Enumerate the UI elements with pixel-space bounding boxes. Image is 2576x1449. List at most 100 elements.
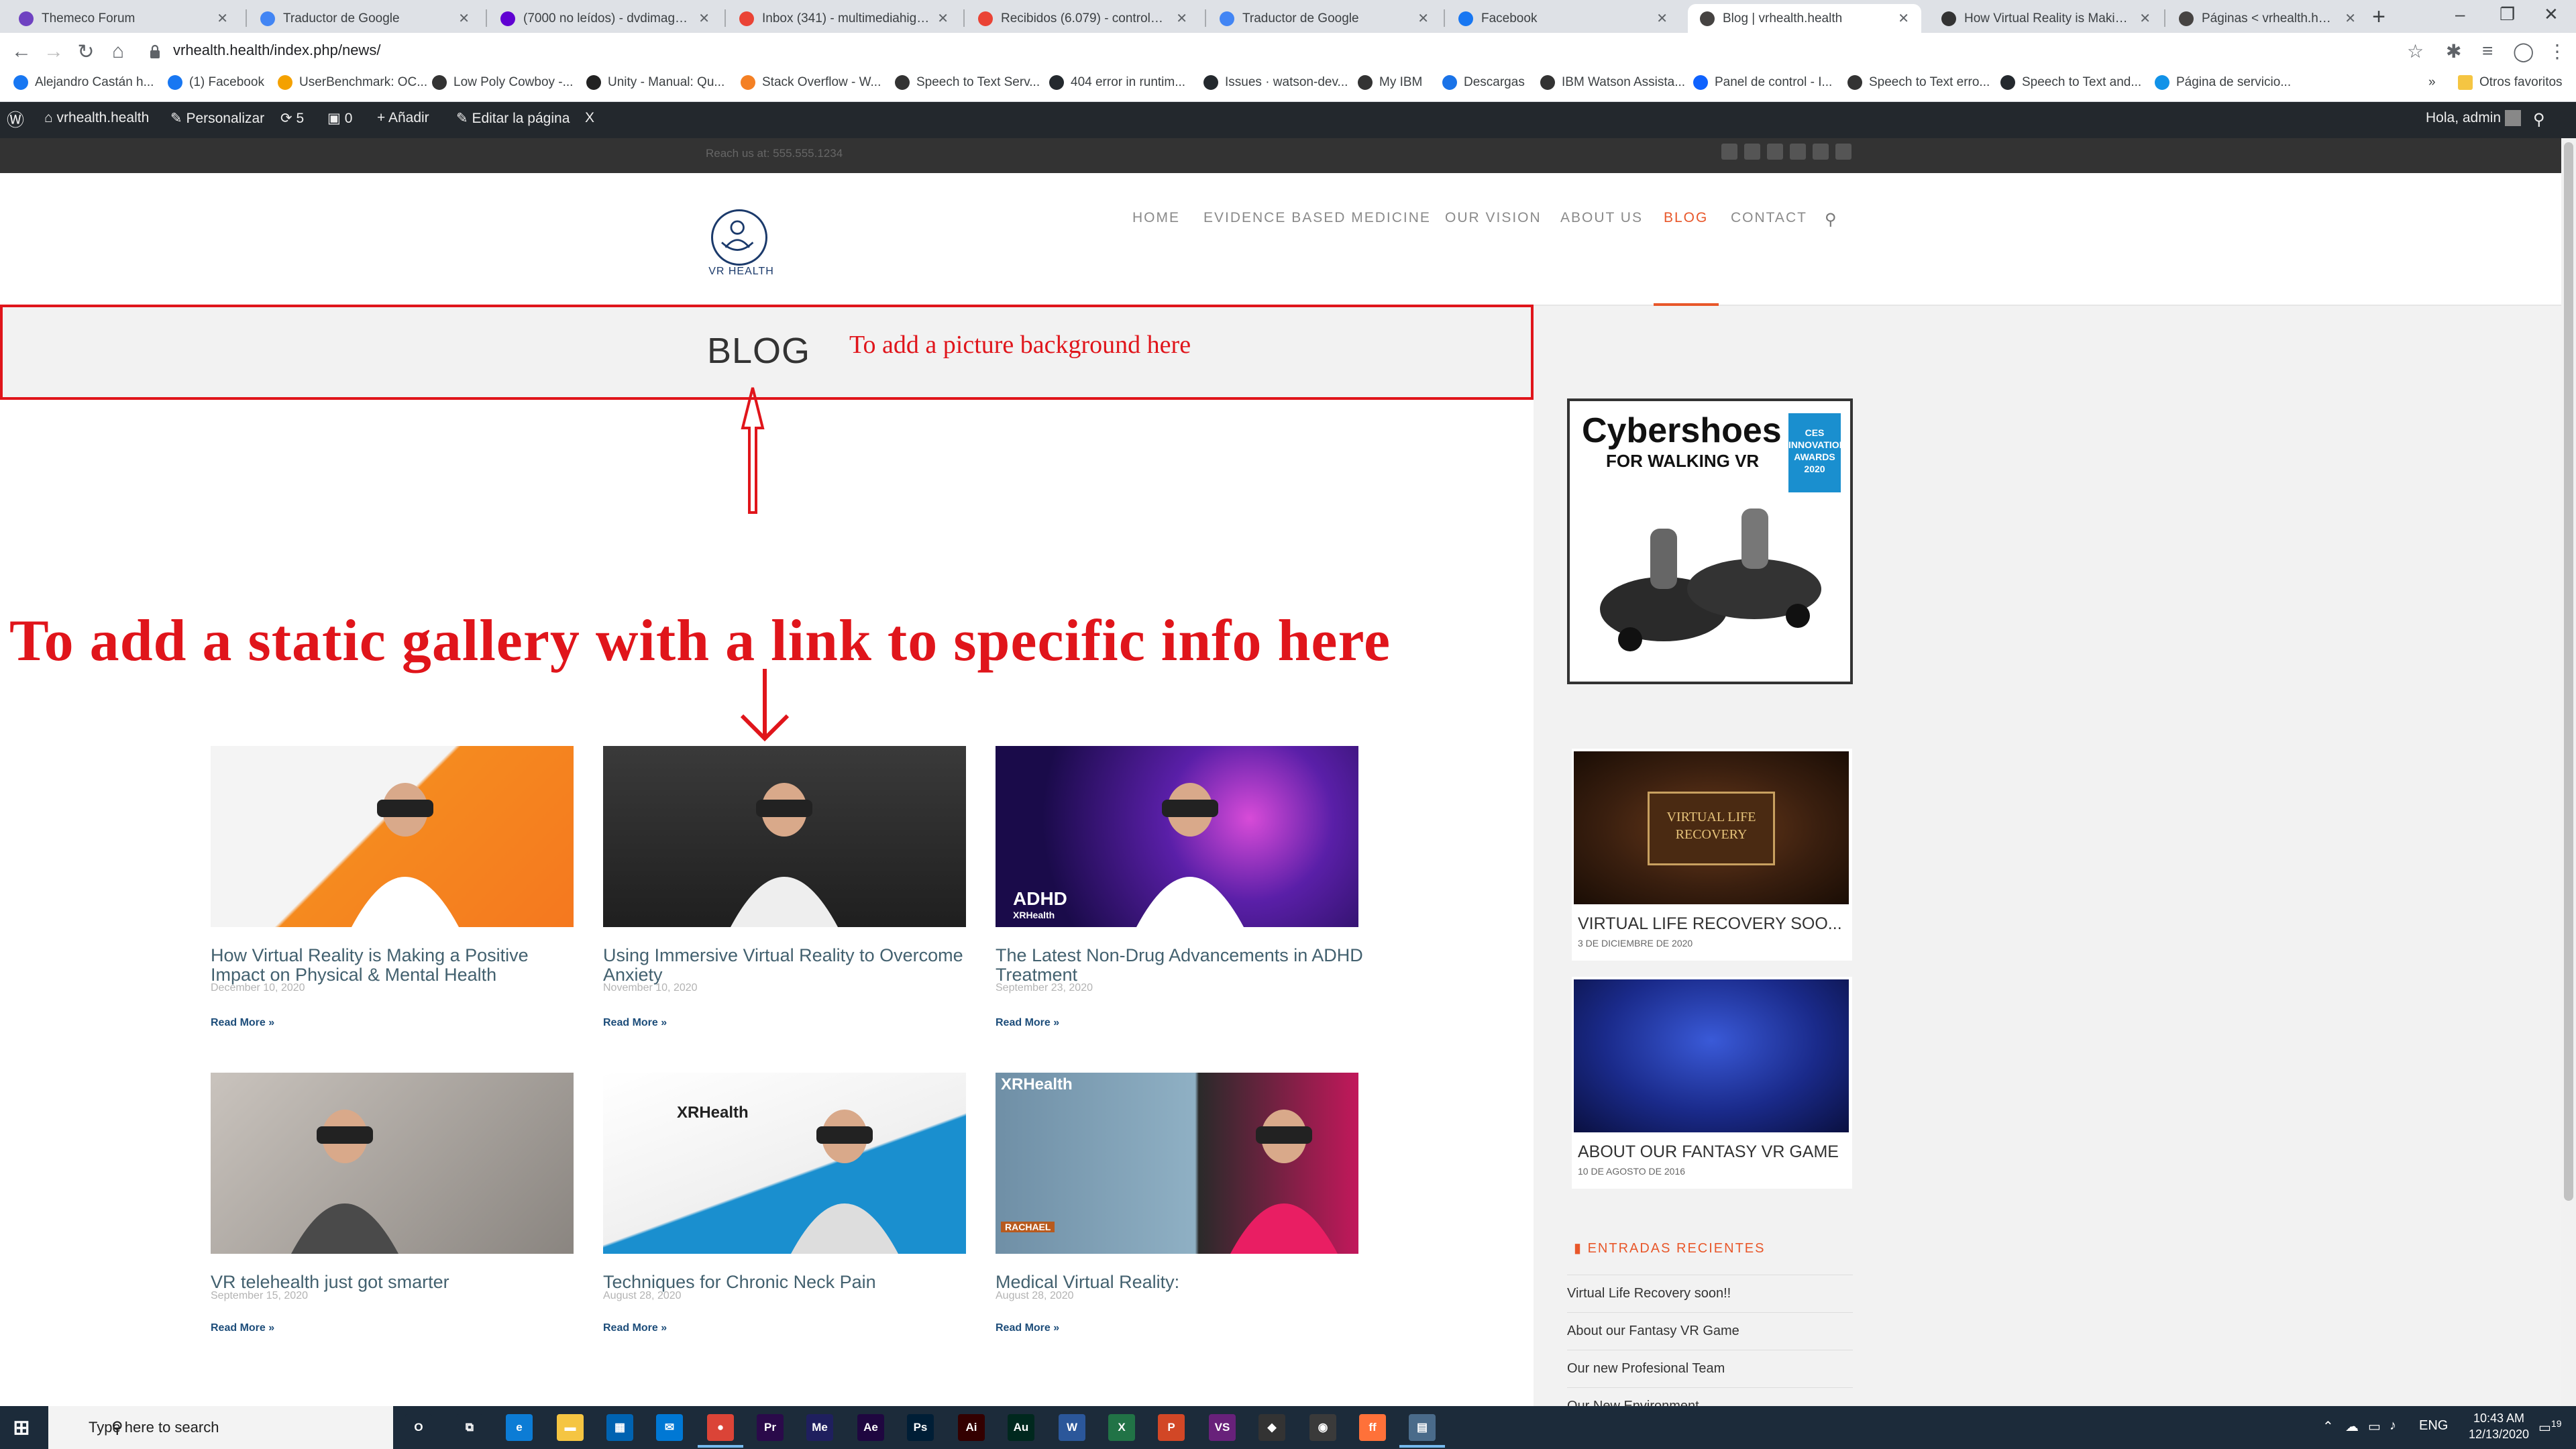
- tab-close-icon[interactable]: ✕: [937, 10, 949, 27]
- post-thumbnail[interactable]: [211, 746, 574, 927]
- header-search-icon[interactable]: ⚲: [1825, 210, 1838, 229]
- excel-icon[interactable]: X: [1108, 1414, 1135, 1441]
- browser-tab[interactable]: Recibidos (6.079) - controldvd@ ✕: [966, 4, 1199, 33]
- post-title-link[interactable]: How Virtual Reality is Making a Positive…: [211, 946, 586, 985]
- volume-icon[interactable]: ♪: [2390, 1418, 2396, 1434]
- wp-close-button[interactable]: X: [585, 110, 594, 126]
- bookmarks-overflow-button[interactable]: »: [2428, 75, 2436, 90]
- bookmark-item[interactable]: Página de servicio...: [2155, 75, 2291, 90]
- bookmark-item[interactable]: 404 error in runtim...: [1049, 75, 1185, 90]
- recent-post-link[interactable]: Virtual Life Recovery soon!!: [1567, 1275, 1853, 1301]
- bookmark-item[interactable]: Low Poly Cowboy -...: [432, 75, 573, 90]
- bookmark-item[interactable]: Speech to Text Serv...: [895, 75, 1040, 90]
- wp-search-icon[interactable]: ⚲: [2533, 110, 2545, 129]
- wp-add-new-link[interactable]: + Añadir: [377, 110, 429, 126]
- bookmark-item[interactable]: Issues · watson-dev...: [1203, 75, 1348, 90]
- davinci-icon[interactable]: ◉: [1309, 1414, 1336, 1441]
- premiere-icon[interactable]: Pr: [757, 1414, 784, 1441]
- tab-close-icon[interactable]: ✕: [2345, 10, 2356, 27]
- browser-tab[interactable]: Blog | vrhealth.health ✕: [1688, 4, 1921, 33]
- file-explorer-icon[interactable]: ▬: [557, 1414, 584, 1441]
- wp-edit-page-link[interactable]: ✎ Editar la página: [456, 110, 570, 127]
- post-thumbnail[interactable]: [211, 1073, 574, 1254]
- bookmark-item[interactable]: Speech to Text erro...: [1847, 75, 1990, 90]
- firefox-icon[interactable]: ff: [1359, 1414, 1386, 1441]
- input-language[interactable]: ENG: [2419, 1418, 2448, 1434]
- audition-icon[interactable]: Au: [1008, 1414, 1034, 1441]
- lock-icon[interactable]: [149, 44, 161, 59]
- windows-start-icon[interactable]: ⊞: [8, 1414, 35, 1441]
- post-title-link[interactable]: Medical Virtual Reality:: [996, 1273, 1371, 1292]
- bookmark-item[interactable]: Unity - Manual: Qu...: [586, 75, 724, 90]
- bookmark-item[interactable]: Descargas: [1442, 75, 1525, 90]
- bookmark-item[interactable]: Speech to Text and...: [2000, 75, 2141, 90]
- sidebar-post-title[interactable]: VIRTUAL LIFE RECOVERY SOO...: [1578, 914, 1846, 934]
- browser-tab[interactable]: How Virtual Reality is Making a ✕: [1929, 4, 2163, 33]
- extensions-icon[interactable]: ✱: [2446, 40, 2461, 62]
- media-control-icon[interactable]: ≡: [2482, 40, 2493, 62]
- scrollbar-thumb[interactable]: [2564, 142, 2573, 1201]
- nav-item-evidence-based-medicine[interactable]: EVIDENCE BASED MEDICINE: [1203, 210, 1431, 226]
- sidebar-post-thumbnail[interactable]: [1574, 979, 1849, 1132]
- read-more-link[interactable]: Read More »: [603, 1017, 667, 1029]
- back-button[interactable]: ←: [9, 40, 34, 63]
- illustrator-icon[interactable]: Ai: [958, 1414, 985, 1441]
- bookmark-item[interactable]: UserBenchmark: OC...: [278, 75, 427, 90]
- wp-customize-link[interactable]: ✎ Personalizar: [170, 110, 264, 127]
- tab-close-icon[interactable]: ✕: [2139, 10, 2151, 27]
- bookmark-item[interactable]: Stack Overflow - W...: [741, 75, 881, 90]
- xing-social-icon[interactable]: [1813, 144, 1829, 160]
- media-encoder-icon[interactable]: Me: [806, 1414, 833, 1441]
- read-more-link[interactable]: Read More »: [996, 1017, 1059, 1029]
- nav-item-contact[interactable]: CONTACT: [1731, 210, 1807, 226]
- other-bookmarks-folder[interactable]: Otros favoritos: [2458, 75, 2563, 90]
- browser-tab[interactable]: Páginas < vrhealth.health — W ✕: [2167, 4, 2368, 33]
- tab-close-icon[interactable]: ✕: [1898, 10, 1909, 27]
- new-tab-button[interactable]: +: [2364, 4, 2394, 31]
- browser-tab[interactable]: Traductor de Google ✕: [248, 4, 482, 33]
- tab-close-icon[interactable]: ✕: [698, 10, 710, 27]
- rss-social-icon[interactable]: [1835, 144, 1851, 160]
- edge-icon[interactable]: e: [506, 1414, 533, 1441]
- reload-button[interactable]: ↻: [74, 40, 98, 64]
- nav-item-about-us[interactable]: ABOUT US: [1560, 210, 1643, 226]
- wp-account-menu[interactable]: Hola, admin: [2426, 110, 2521, 127]
- network-icon[interactable]: ▭: [2368, 1418, 2381, 1435]
- powerpoint-icon[interactable]: P: [1158, 1414, 1185, 1441]
- home-button[interactable]: ⌂: [106, 40, 130, 63]
- browser-tab[interactable]: Inbox (341) - multimediahighw ✕: [727, 4, 961, 33]
- post-title-link[interactable]: Using Immersive Virtual Reality to Overc…: [603, 946, 979, 985]
- bookmark-item[interactable]: (1) Facebook: [168, 75, 264, 90]
- read-more-link[interactable]: Read More »: [996, 1322, 1059, 1334]
- bookmark-item[interactable]: Panel de control - I...: [1693, 75, 1832, 90]
- cybershoes-ad[interactable]: Cybershoes FOR WALKING VR CES INNOVATION…: [1567, 398, 1853, 684]
- taskbar-search-box[interactable]: ⚲ Type here to search: [48, 1406, 393, 1449]
- recent-post-link[interactable]: Our new Profesional Team: [1567, 1350, 1853, 1377]
- taskbar-clock[interactable]: 10:43 AM 12/13/2020: [2462, 1410, 2536, 1442]
- sidebar-post-thumbnail[interactable]: VIRTUAL LIFE RECOVERY: [1574, 751, 1849, 904]
- chrome-icon[interactable]: ●: [707, 1414, 734, 1441]
- after-effects-icon[interactable]: Ae: [857, 1414, 884, 1441]
- post-thumbnail[interactable]: XRHealth RACHAEL: [996, 1073, 1358, 1254]
- linkedin-social-icon[interactable]: [1790, 144, 1806, 160]
- wp-site-link[interactable]: ⌂ vrhealth.health: [44, 110, 149, 126]
- tray-overflow-icon[interactable]: ⌃: [2322, 1418, 2334, 1435]
- site-logo[interactable]: [711, 209, 767, 266]
- recent-post-link[interactable]: Our New Environment: [1567, 1387, 1853, 1406]
- read-more-link[interactable]: Read More »: [603, 1322, 667, 1334]
- close-window-button[interactable]: ✕: [2544, 4, 2559, 25]
- restore-button[interactable]: ❐: [2500, 4, 2515, 25]
- tab-close-icon[interactable]: ✕: [217, 10, 228, 27]
- browser-tab[interactable]: Themeco Forum ✕: [7, 4, 240, 33]
- nav-item-home[interactable]: HOME: [1132, 210, 1180, 226]
- photoshop-icon[interactable]: Ps: [907, 1414, 934, 1441]
- browser-menu-icon[interactable]: ⋮: [2548, 40, 2567, 62]
- cortana-icon[interactable]: O: [405, 1414, 432, 1441]
- tab-close-icon[interactable]: ✕: [1417, 10, 1429, 27]
- unity-hub-icon[interactable]: ◆: [1258, 1414, 1285, 1441]
- recent-post-link[interactable]: About our Fantasy VR Game: [1567, 1312, 1853, 1339]
- notification-center-icon[interactable]: ▭19: [2538, 1418, 2561, 1436]
- post-thumbnail[interactable]: ADHD XRHealth: [996, 746, 1358, 927]
- wp-comments-link[interactable]: ▣ 0: [327, 110, 352, 127]
- browser-tab[interactable]: (7000 no leídos) - dvdimagen@ ✕: [488, 4, 722, 33]
